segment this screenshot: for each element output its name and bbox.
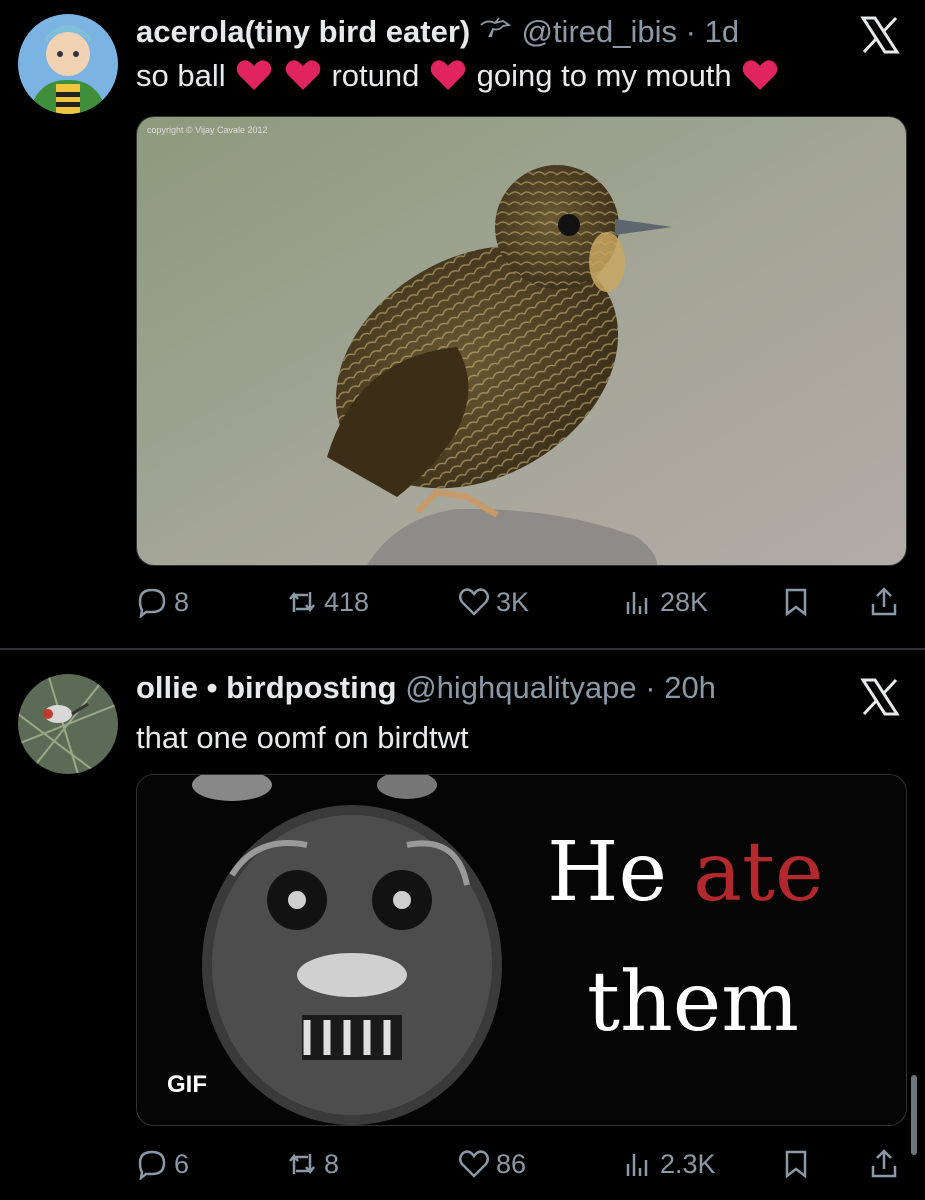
tweet-text: that one oomf on birdtwt xyxy=(136,720,469,755)
views-count: 28K xyxy=(660,586,709,617)
retweet-count: 8 xyxy=(324,1148,340,1179)
like-button[interactable]: 3K xyxy=(458,582,529,622)
reply-button[interactable]: 8 xyxy=(136,582,189,622)
action-bar: 6 8 86 2.3K xyxy=(136,1144,911,1184)
tweet-header: ollie • birdposting @highqualityape · 20… xyxy=(136,670,716,706)
retweet-button[interactable]: 418 xyxy=(286,582,369,622)
retweet-icon xyxy=(289,1153,315,1175)
views-button[interactable]: 2.3K xyxy=(622,1144,716,1184)
tweet-image[interactable]: copyright © Vijay Cavale 2012 xyxy=(136,116,907,566)
tweet-header: acerola(tiny bird eater) @tired_ibis · 1… xyxy=(136,14,739,50)
avatar[interactable] xyxy=(18,14,118,114)
share-button[interactable] xyxy=(868,582,906,622)
like-count: 86 xyxy=(496,1148,527,1179)
share-button[interactable] xyxy=(868,1144,906,1184)
views-button[interactable]: 28K xyxy=(622,582,708,622)
share-icon xyxy=(871,587,897,616)
separator-dot: · xyxy=(685,14,696,49)
text-segment: going to my mouth xyxy=(476,58,732,93)
handle[interactable]: @tired_ibis xyxy=(521,14,677,49)
timestamp[interactable]: 20h xyxy=(664,670,716,705)
display-name[interactable]: ollie • birdposting xyxy=(136,670,397,705)
tweet-gif[interactable]: He ate them GIF xyxy=(136,774,907,1126)
like-icon xyxy=(459,1150,489,1178)
bookmark-button[interactable] xyxy=(780,582,818,622)
bookmark-icon xyxy=(785,1150,807,1179)
share-icon xyxy=(871,1149,897,1178)
retweet-icon xyxy=(289,591,315,613)
reply-count: 8 xyxy=(174,586,190,617)
like-button[interactable]: 86 xyxy=(458,1144,526,1184)
tweet-text: so ball rotund going to my mouth xyxy=(136,58,780,94)
meme-word: He xyxy=(547,825,668,920)
display-name[interactable]: acerola(tiny bird eater) xyxy=(136,14,470,49)
views-count: 2.3K xyxy=(660,1148,716,1179)
action-bar: 8 418 3K 28K xyxy=(136,582,911,622)
meme-word-red: ate xyxy=(693,825,824,920)
heart-emoji xyxy=(743,60,778,90)
text-segment: so ball xyxy=(136,58,226,93)
reply-icon xyxy=(138,588,166,618)
like-count: 3K xyxy=(496,586,530,617)
heart-emoji xyxy=(236,60,272,90)
reply-button[interactable]: 6 xyxy=(136,1144,189,1184)
gif-badge: GIF xyxy=(167,1071,207,1098)
timestamp[interactable]: 1d xyxy=(705,14,739,49)
avatar[interactable] xyxy=(18,674,118,774)
heart-emoji xyxy=(285,60,321,90)
meme-caption-line2: them xyxy=(587,955,800,1050)
meme-caption-line1: He ate xyxy=(547,825,824,920)
x-logo-icon[interactable] xyxy=(859,676,901,718)
image-watermark: copyright © Vijay Cavale 2012 xyxy=(147,125,268,135)
bird-icon xyxy=(480,17,512,38)
retweet-count: 418 xyxy=(324,586,370,617)
like-icon xyxy=(459,588,489,616)
scrollbar-thumb[interactable] xyxy=(911,1075,917,1155)
views-icon xyxy=(626,592,648,614)
separator-dot: · xyxy=(645,670,656,705)
views-icon xyxy=(626,1154,648,1176)
handle[interactable]: @highqualityape xyxy=(405,670,636,705)
x-logo-icon[interactable] xyxy=(859,14,901,56)
tweet-1[interactable]: acerola(tiny bird eater) @tired_ibis · 1… xyxy=(0,0,925,648)
bookmark-button[interactable] xyxy=(780,1144,818,1184)
retweet-button[interactable]: 8 xyxy=(286,1144,339,1184)
tweet-2[interactable]: ollie • birdposting @highqualityape · 20… xyxy=(0,650,925,1200)
bookmark-icon xyxy=(785,588,807,617)
text-segment: rotund xyxy=(331,58,420,93)
reply-count: 6 xyxy=(174,1148,190,1179)
reply-icon xyxy=(138,1150,166,1180)
heart-emoji xyxy=(430,60,466,90)
